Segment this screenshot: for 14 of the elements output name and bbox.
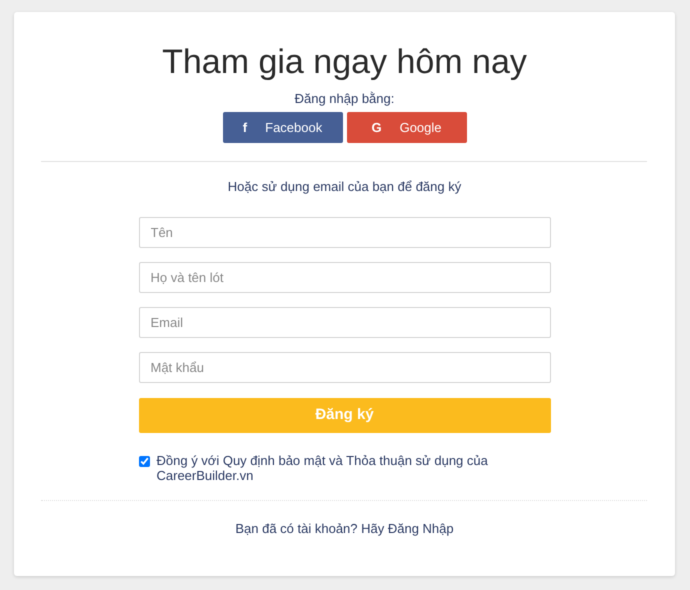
google-button[interactable]: G Google xyxy=(346,112,466,144)
facebook-button[interactable]: f Facebook xyxy=(222,112,342,144)
google-icon: G xyxy=(371,118,382,138)
agree-checkbox[interactable] xyxy=(138,456,150,467)
login-prompt: Bạn đã có tài khoản? Hãy Đăng Nhập xyxy=(234,520,455,538)
email-prompt: Hoặc sử dụng email của bạn để đăng ký xyxy=(226,178,462,196)
input-field[interactable]: Tên xyxy=(138,216,550,248)
facebook-icon: f xyxy=(242,118,248,138)
input-field[interactable]: Email xyxy=(138,306,550,338)
input-field[interactable]: Mật khẩu xyxy=(138,352,550,383)
input-field[interactable]: Họ và tên lót xyxy=(138,262,550,293)
agreement-label: Đồng ý với Quy định bảo mật và Thỏa thuận sử dụng của CareerBuilder.vn xyxy=(156,452,489,484)
page-title: Tham gia ngay hôm nay xyxy=(161,42,528,83)
social-prompt: Đăng nhập bằng: xyxy=(294,90,396,108)
